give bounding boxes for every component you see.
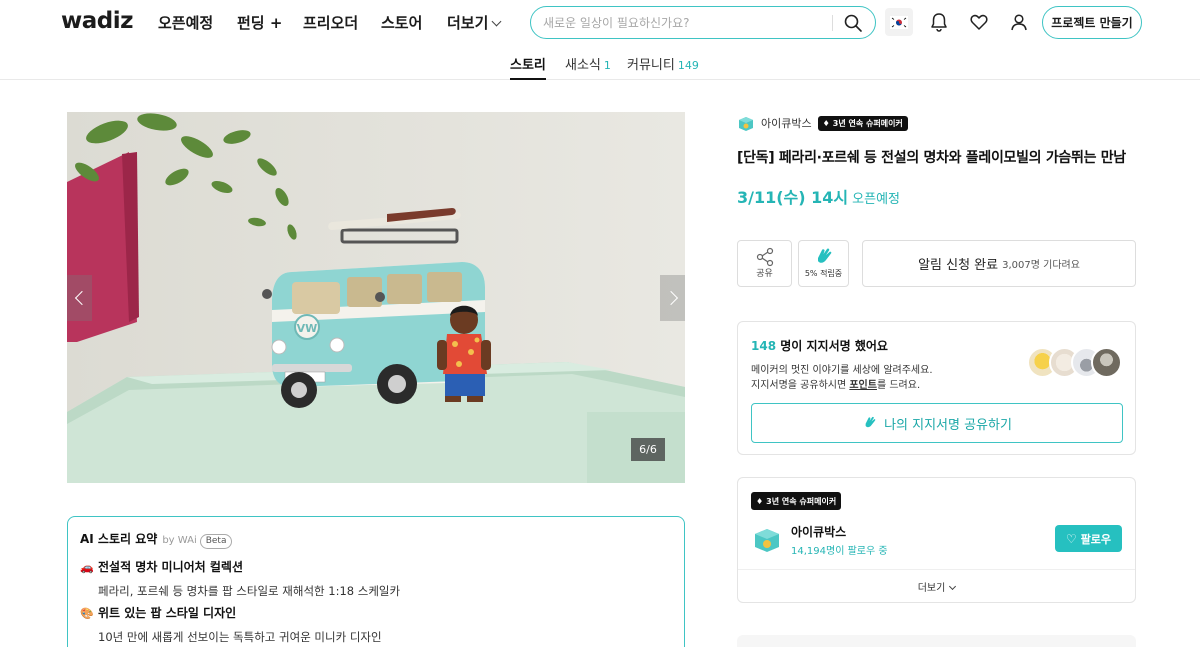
ai-summary-item-desc: 페라리, 포르쉐 등 명차를 팝 스타일로 재해석한 1:18 스케일카 [98,584,401,598]
svg-text:VW: VW [297,322,318,335]
user-icon[interactable] [1008,11,1030,33]
tab-news[interactable]: 새소식 1 [565,54,611,73]
product-image-gallery[interactable]: VW 6/6 [67,112,685,483]
next-card-peek [737,635,1136,647]
palette-icon: 🎨 [80,607,94,620]
korea-flag-icon [890,15,908,29]
support-desc-1: 메이커의 멋진 이야기를 세상에 알려주세요. [751,365,933,376]
diamond-icon: ♦ [756,496,764,506]
heart-icon[interactable] [968,11,990,33]
tab-community-count: 149 [677,59,699,72]
top-header: wadiz 오픈예정 펀딩 + 프리오더 스토어 더보기 새로운 일상이 필요하… [0,0,1200,44]
alarm-request-button[interactable]: 알림 신청 완료 3,007명 기다려요 [862,240,1136,287]
ai-summary-item-heading: 전설적 명차 미니어처 컬렉션 [98,560,244,574]
tab-story-label: 스토리 [510,58,546,73]
super-maker-badge: ♦ 3년 연속 슈퍼메이커 [817,115,908,131]
ai-summary-item: 🎨 위트 있는 팝 스타일 디자인 10년 만에 새롭게 선보이는 독특하고 귀여… [80,604,382,645]
beta-badge: Beta [199,534,233,549]
project-title: [단독] 페라리·포르쉐 등 전설의 명차와 플레이모빌의 가슴뛰는 만남 [737,150,1126,166]
tab-community-label: 커뮤니티 [627,58,675,73]
nav-funding[interactable]: 펀딩 + [237,12,282,33]
ai-summary-item-desc: 10년 만에 새롭게 선보이는 독특하고 귀여운 미니카 디자인 [98,630,382,644]
tab-news-count: 1 [603,59,611,72]
chevron-down-icon [949,582,957,591]
search-divider [832,15,833,31]
ai-story-summary: AI 스토리 요약 by WAi Beta 🚗 전설적 명차 미니어처 컬렉션 페라리… [67,516,685,647]
maker-logo[interactable] [752,524,782,554]
maker-name: 아이큐박스 [761,117,812,130]
maker-card-name[interactable]: 아이큐박스 [791,523,846,540]
search-icon[interactable] [843,13,863,33]
tab-story[interactable]: 스토리 [510,54,546,80]
open-date: 3/11(수) 14시 오픈예정 [737,184,900,208]
nav-open-soon[interactable]: 오픈예정 [158,12,213,33]
point-label: 5% 적립중 [804,269,843,278]
support-desc-2-post: 를 드려요. [876,380,921,391]
follow-label: 팔로우 [1080,532,1112,546]
maker-followers: 14,194명이 팔로우 중 [791,546,888,557]
ai-summary-item-heading-row: 🚗 전설적 명차 미니어처 컬렉션 [80,558,400,575]
support-count: 148 [751,339,777,353]
open-date-value: 3/11(수) 14시 [737,188,849,207]
support-title: 148 명이 지지서명 했어요 [751,337,888,354]
avatar [1091,347,1122,378]
support-desc-2: 지지서명을 공유하시면 포인트를 드려요. [751,376,920,391]
share-support-button[interactable]: 나의 지지서명 공유하기 [751,403,1123,443]
clap-hand-icon [865,416,876,428]
point-button[interactable]: 5% 적립중 [798,240,849,287]
nav-store[interactable]: 스토어 [381,12,422,33]
share-icon [756,247,774,267]
clap-hand-icon [818,248,832,263]
maker-row[interactable]: 아이큐박스 ♦ 3년 연속 슈퍼메이커 [737,114,908,132]
make-project-button[interactable]: 프로젝트 만들기 [1042,6,1142,39]
nav-more-label: 더보기 [447,14,489,32]
chevron-left-icon [74,290,89,306]
ai-summary-title: AI 스토리 요약 by WAi Beta [80,530,233,549]
super-maker-badge-text: 3년 연속 슈퍼메이커 [766,496,837,506]
gallery-counter: 6/6 [631,438,665,461]
maker-more-label: 더보기 [917,583,946,594]
gallery-prev-button[interactable] [67,275,92,321]
supporter-avatars [1027,347,1127,379]
ai-summary-by: by WAi [162,535,197,546]
diamond-icon: ♦ [822,118,830,128]
maker-box-logo-icon [739,117,753,131]
super-maker-badge: ♦ 3년 연속 슈퍼메이커 [751,492,842,510]
ai-summary-item-heading-row: 🎨 위트 있는 팝 스타일 디자인 [80,604,382,621]
heart-outline-icon: ♡ [1065,531,1077,546]
super-maker-badge-text: 3년 연속 슈퍼메이커 [832,118,903,128]
support-signature-card: 148 명이 지지서명 했어요 메이커의 멋진 이야기를 세상에 알려주세요. … [737,321,1136,455]
gallery-next-button[interactable] [660,275,685,321]
divider [738,569,1135,570]
product-photo: VW [67,112,685,483]
support-desc-2-point: 포인트 [849,380,877,391]
share-button[interactable]: 공유 [737,240,792,287]
wadiz-logo[interactable]: wadiz [61,8,134,34]
search-input[interactable] [543,13,823,33]
share-support-label: 나의 지지서명 공유하기 [884,417,1012,433]
ai-summary-title-text: AI 스토리 요약 [80,532,158,546]
nav-preorder[interactable]: 프리오더 [303,12,358,33]
car-icon: 🚗 [80,561,94,574]
tab-news-label: 새소식 [565,58,601,73]
maker-info-card: ♦ 3년 연속 슈퍼메이커 아이큐박스 14,194명이 팔로우 중 ♡ 팔로우 더… [737,477,1136,603]
project-tabs: 스토리 새소식 1 커뮤니티 149 [0,44,1200,80]
ai-summary-item-heading: 위트 있는 팝 스타일 디자인 [98,606,237,620]
alarm-status: 알림 신청 완료 [918,258,999,273]
support-desc-2-pre: 지지서명을 공유하시면 [751,380,850,391]
maker-more-button[interactable]: 더보기 [738,579,1135,594]
chevron-right-icon [663,290,678,306]
alarm-waiting-count: 3,007명 기다려요 [1002,260,1080,271]
support-title-text: 명이 지지서명 했어요 [776,339,888,353]
chevron-down-icon [491,16,502,27]
share-label: 공유 [756,269,773,279]
open-status: 오픈예정 [852,192,900,207]
tab-community[interactable]: 커뮤니티 149 [627,54,699,73]
follow-button[interactable]: ♡ 팔로우 [1055,525,1122,552]
bell-icon[interactable] [928,11,950,33]
language-flag-button[interactable] [885,8,913,36]
nav-more[interactable]: 더보기 [447,12,502,33]
search-bar [530,6,876,39]
ai-summary-item: 🚗 전설적 명차 미니어처 컬렉션 페라리, 포르쉐 등 명차를 팝 스타일로 재… [80,558,400,599]
